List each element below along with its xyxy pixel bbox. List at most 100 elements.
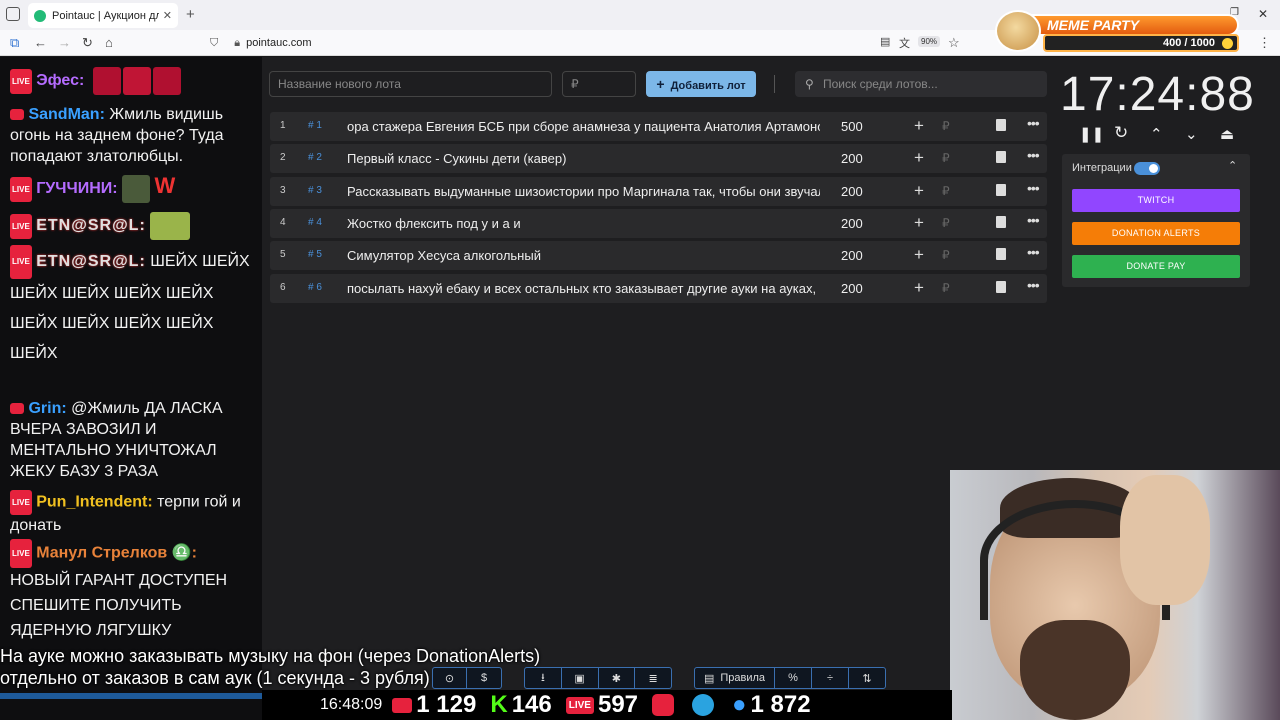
youtube-icon: [392, 697, 413, 713]
search-input[interactable]: ⚲ Поиск среди лотов...: [795, 71, 1047, 97]
close-window-icon[interactable]: ✕: [1258, 7, 1268, 21]
lot-position: 2: [280, 152, 286, 164]
add-amount-icon[interactable]: +: [914, 116, 924, 136]
chat-message: LIVE ГУЧЧИНИ: W: [10, 175, 255, 203]
lot-name[interactable]: Рассказывать выдуманные шизоистории про …: [347, 184, 820, 199]
split-icon[interactable]: ÷: [812, 668, 849, 688]
add-amount-icon[interactable]: +: [914, 278, 924, 298]
lot-name[interactable]: Первый класс - Сукины дети (кавер): [347, 151, 820, 166]
browser-tab[interactable]: Pointauc | Аукцион для стримеров ✕: [28, 3, 178, 28]
close-tab-icon[interactable]: ✕: [163, 9, 172, 22]
delete-icon[interactable]: [996, 215, 1006, 228]
webcam-overlay: [950, 470, 1280, 720]
chevron-down-icon[interactable]: ⌄: [1185, 125, 1198, 143]
save-icon[interactable]: ▣: [562, 668, 599, 688]
chat-nick: Эфес:: [36, 72, 85, 90]
reload-icon[interactable]: ↻: [82, 35, 93, 51]
chevron-up-icon[interactable]: ⌃: [1150, 125, 1163, 143]
integrations-toggle[interactable]: [1134, 162, 1160, 175]
frog-emote-icon: [150, 212, 191, 240]
tab-list-icon[interactable]: [6, 7, 20, 21]
more-icon[interactable]: •••: [1027, 244, 1040, 260]
stream-time: 16:48:09: [320, 696, 383, 713]
lot-name[interactable]: Жостко флексить под у и а и: [347, 216, 820, 231]
zoom-level[interactable]: 90%: [918, 36, 941, 47]
lot-amount[interactable]: 200: [841, 216, 863, 231]
menu-icon[interactable]: ⋮: [1258, 35, 1271, 51]
lot-id: # 4: [308, 216, 322, 228]
more-icon[interactable]: •••: [1027, 277, 1040, 293]
lot-amount[interactable]: 200: [841, 248, 863, 263]
shield-icon: ⛉: [210, 36, 219, 49]
pause-icon[interactable]: ❚❚: [1079, 125, 1104, 143]
reader-icon[interactable]: ▤: [880, 35, 890, 48]
donate-pay-button[interactable]: DONATE PAY: [1072, 255, 1240, 278]
chat-text: W: [154, 173, 176, 199]
restart-icon[interactable]: ↻: [1114, 123, 1128, 143]
home-icon[interactable]: ⌂: [105, 35, 113, 50]
more-icon[interactable]: •••: [1027, 180, 1040, 196]
auction-timer: 17:24:88: [1060, 68, 1255, 121]
delete-icon[interactable]: [996, 280, 1006, 293]
lot-row[interactable]: 5 # 5 Симулятор Хесуса алкогольный 200 + ₽ •••: [270, 241, 1047, 271]
score-text: 400 / 1000: [1163, 37, 1215, 49]
add-amount-icon[interactable]: +: [914, 148, 924, 168]
lot-row[interactable]: 4 # 4 Жостко флексить под у и а и 200 + ₽ •••: [270, 208, 1047, 238]
chat-message: LIVE ETN@SR@L: ШЕЙХ ШЕЙХ ШЕЙХ ШЕЙХ ШЕЙХ …: [10, 245, 255, 369]
clear-icon[interactable]: ≣: [635, 668, 671, 688]
delete-icon[interactable]: [996, 151, 1006, 164]
telegram-icon: [692, 694, 715, 716]
lot-name[interactable]: ора стажера Евгения БСБ при сборе анамне…: [347, 119, 820, 134]
lot-amount[interactable]: 200: [841, 151, 863, 166]
lot-position: 3: [280, 184, 286, 196]
rub-symbol: ₽: [942, 248, 950, 263]
lot-amount-input[interactable]: ₽: [562, 71, 636, 97]
donate-pay-label: DONATE PAY: [1126, 261, 1186, 271]
lot-name[interactable]: Симулятор Хесуса алкогольный: [347, 248, 820, 263]
delete-icon[interactable]: [996, 183, 1006, 196]
lot-amount[interactable]: 200: [841, 281, 863, 296]
twitch-button[interactable]: TWITCH: [1072, 189, 1240, 212]
add-amount-icon[interactable]: +: [914, 181, 924, 201]
lot-row[interactable]: 3 # 3 Рассказывать выдуманные шизоистории …: [270, 176, 1047, 206]
live-badge-icon: LIVE: [565, 696, 594, 714]
lot-amount[interactable]: 200: [841, 184, 863, 199]
sort-icon[interactable]: ⇅: [849, 668, 885, 688]
stream-stats-bar: 16:48:09 1 129 K 146 LIVE 597 ● 1 872: [262, 690, 952, 720]
chat-message: SandMan: Жмиль видишь огонь на заднем фо…: [10, 104, 255, 167]
lot-row[interactable]: 2 # 2 Первый класс - Сукины дети (кавер) 20…: [270, 144, 1047, 174]
add-amount-icon[interactable]: +: [914, 213, 924, 233]
lot-id: # 2: [308, 152, 322, 164]
sidebar-icon[interactable]: ⧉: [10, 35, 19, 51]
add-amount-icon[interactable]: +: [914, 245, 924, 265]
progress-bar: [0, 693, 262, 699]
more-icon[interactable]: •••: [1027, 212, 1040, 228]
doge-avatar: [995, 10, 1041, 52]
lot-row[interactable]: 1 # 1 ора стажера Евгения БСБ при сборе ан…: [270, 112, 1047, 141]
bug-icon[interactable]: ✱: [599, 668, 636, 688]
back-icon[interactable]: ←: [34, 35, 47, 50]
percent-icon[interactable]: %: [775, 668, 812, 688]
lot-name[interactable]: посылать нахуй ебаку и всех остальных кт…: [347, 281, 820, 296]
lot-id: # 5: [308, 249, 322, 261]
bookmark-star-icon[interactable]: ☆: [948, 35, 960, 51]
address-bar[interactable]: ⛉ 🔒︎ pointauc.com: [200, 33, 970, 53]
new-tab-icon[interactable]: +: [186, 6, 195, 23]
double-chevron-up-icon[interactable]: ⏏: [1220, 125, 1234, 143]
video-icon-slot: [652, 694, 678, 716]
rules-button[interactable]: ▤ Правила: [695, 668, 775, 688]
more-icon[interactable]: •••: [1027, 147, 1040, 163]
rub-symbol: ₽: [942, 280, 950, 295]
lot-row[interactable]: 6 # 6 посылать нахуй ебаку и всех остальны…: [270, 273, 1047, 303]
delete-icon[interactable]: [996, 248, 1006, 261]
lot-amount[interactable]: 500: [841, 119, 863, 134]
url-text: pointauc.com: [246, 37, 312, 49]
translate-icon[interactable]: 文: [899, 35, 910, 51]
add-lot-button[interactable]: + Добавить лот: [646, 71, 756, 97]
delete-icon[interactable]: [996, 119, 1006, 131]
collapse-chevron-icon[interactable]: ⌃: [1228, 159, 1237, 172]
more-icon[interactable]: •••: [1027, 115, 1040, 131]
donation-alerts-button[interactable]: DONATION ALERTS: [1072, 222, 1240, 245]
new-lot-input[interactable]: Название нового лота: [269, 71, 552, 97]
forward-icon[interactable]: →: [58, 35, 71, 50]
